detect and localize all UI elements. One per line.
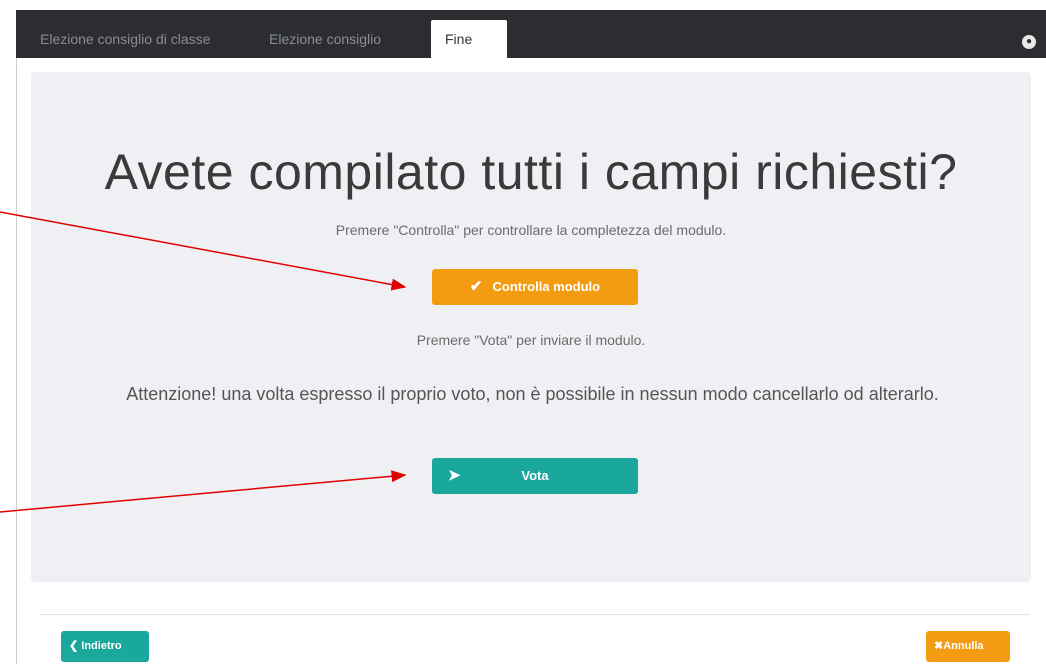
cancel-button-label: Annulla [943, 640, 984, 652]
paper-plane-icon: ➤ [448, 467, 461, 484]
page-title: Avete compilato tutti i campi richiesti? [104, 144, 958, 200]
globe-icon[interactable]: ● [1022, 35, 1036, 49]
vote-button-label: Vota [521, 468, 549, 483]
check-form-button-label: Controlla modulo [492, 279, 601, 294]
back-button-label: Indietro [81, 640, 122, 652]
wizard-tab-bar: Elezione consiglio di classe Elezione co… [16, 10, 1046, 58]
check-icon: ✔ [469, 278, 483, 295]
tab-elezione-consiglio[interactable]: Elezione consiglio [269, 10, 381, 58]
times-icon: ✖ [934, 640, 944, 652]
vote-button[interactable]: ➤ Vota [432, 458, 638, 494]
back-button[interactable]: ❮ Indietro [61, 631, 149, 662]
vote-hint-text: Premere "Vota" per inviare il modulo. [416, 332, 646, 348]
circle-arrow-left-icon: ❮ [69, 640, 79, 652]
tab-elezione-consiglio-di-classe[interactable]: Elezione consiglio di classe [40, 10, 210, 58]
check-form-button[interactable]: ✔ Controlla modulo [432, 269, 638, 305]
check-hint-text: Premere "Controlla" per controllare la c… [335, 222, 727, 238]
warning-text: Attenzione! una volta espresso il propri… [126, 384, 939, 404]
tab-fine[interactable]: Fine [431, 20, 507, 58]
top-border [16, 0, 1046, 10]
footer-divider [40, 614, 1030, 615]
cancel-button[interactable]: ✖Annulla [926, 631, 1010, 662]
